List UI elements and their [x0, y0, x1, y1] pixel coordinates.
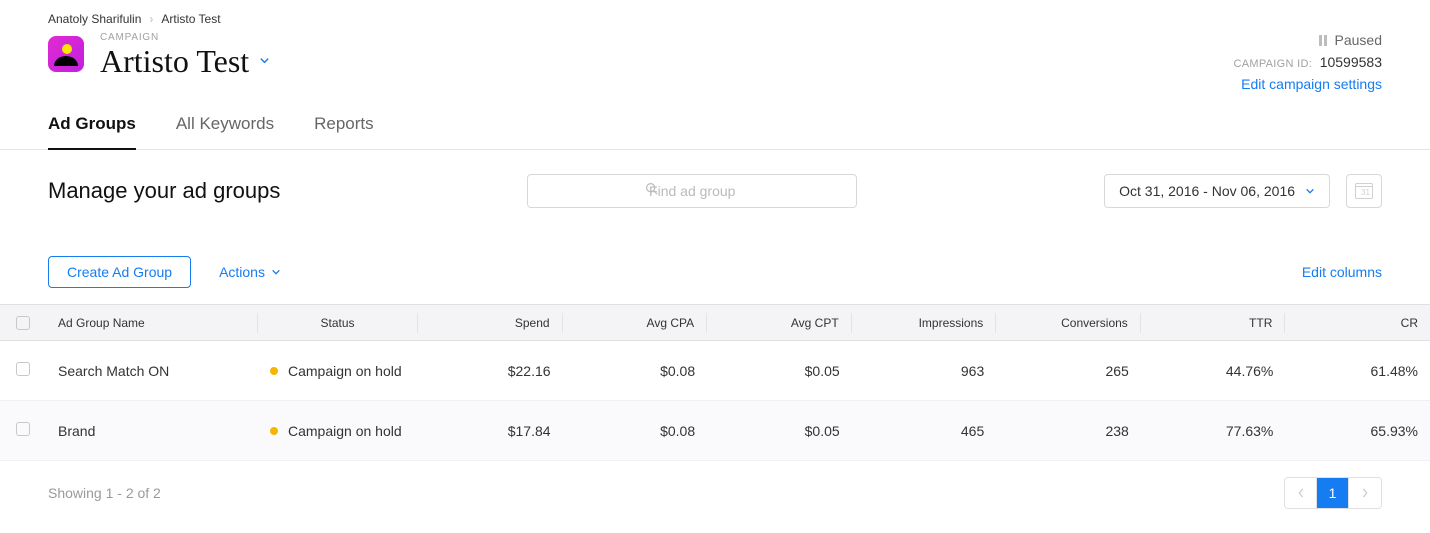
- row-avg-cpa: $0.08: [563, 401, 708, 461]
- row-impressions: 465: [852, 401, 997, 461]
- status-dot-icon: [270, 427, 278, 435]
- breadcrumb-owner[interactable]: Anatoly Sharifulin: [48, 12, 141, 26]
- table-row: Brand Campaign on hold $17.84 $0.08 $0.0…: [0, 401, 1430, 461]
- calendar-button[interactable]: 31: [1346, 174, 1382, 208]
- create-ad-group-button[interactable]: Create Ad Group: [48, 256, 191, 288]
- chevron-down-icon: [1305, 186, 1315, 196]
- actions-dropdown[interactable]: Actions: [219, 264, 281, 280]
- row-status: Campaign on hold: [288, 423, 402, 439]
- showing-text: Showing 1 - 2 of 2: [48, 485, 161, 501]
- campaign-id-value: 10599583: [1320, 54, 1382, 70]
- tab-reports[interactable]: Reports: [314, 114, 374, 149]
- campaign-dropdown[interactable]: [259, 53, 270, 71]
- pager-next[interactable]: [1349, 478, 1381, 508]
- row-ttr: 77.63%: [1141, 401, 1286, 461]
- date-range-button[interactable]: Oct 31, 2016 - Nov 06, 2016: [1104, 174, 1330, 208]
- row-spend: $22.16: [418, 341, 563, 401]
- ad-groups-table: Ad Group Name Status Spend Avg CPA Avg C…: [0, 304, 1430, 461]
- row-avg-cpt: $0.05: [707, 341, 852, 401]
- col-status[interactable]: Status: [320, 316, 354, 330]
- tab-bar: Ad Groups All Keywords Reports: [0, 114, 1430, 150]
- date-range-text: Oct 31, 2016 - Nov 06, 2016: [1119, 183, 1295, 199]
- campaign-status: Paused: [1335, 32, 1382, 48]
- chevron-right-icon: ›: [149, 12, 153, 26]
- pager: 1: [1284, 477, 1382, 509]
- row-avg-cpa: $0.08: [563, 341, 708, 401]
- edit-campaign-settings-link[interactable]: Edit campaign settings: [1241, 76, 1382, 92]
- search-wrap: [527, 174, 857, 208]
- col-conversions[interactable]: Conversions: [1061, 316, 1128, 330]
- col-ttr[interactable]: TTR: [1249, 316, 1272, 330]
- page-title: Artisto Test: [100, 43, 249, 80]
- row-conversions: 238: [996, 401, 1141, 461]
- pause-icon: [1319, 35, 1327, 46]
- row-ttr: 44.76%: [1141, 341, 1286, 401]
- select-all-checkbox[interactable]: [16, 316, 30, 330]
- row-checkbox[interactable]: [16, 422, 30, 436]
- col-avg-cpa[interactable]: Avg CPA: [647, 316, 695, 330]
- tab-all-keywords[interactable]: All Keywords: [176, 114, 274, 149]
- col-spend[interactable]: Spend: [515, 316, 550, 330]
- chevron-down-icon: [271, 267, 281, 277]
- row-name[interactable]: Search Match ON: [58, 363, 169, 379]
- search-icon: [645, 182, 658, 200]
- calendar-icon: 31: [1355, 183, 1373, 199]
- col-impressions[interactable]: Impressions: [919, 316, 984, 330]
- campaign-id-label: CAMPAIGN ID:: [1234, 58, 1313, 70]
- row-avg-cpt: $0.05: [707, 401, 852, 461]
- row-impressions: 963: [852, 341, 997, 401]
- col-name[interactable]: Ad Group Name: [58, 316, 145, 330]
- col-cr[interactable]: CR: [1401, 316, 1418, 330]
- app-icon: [48, 36, 84, 72]
- pager-page-1[interactable]: 1: [1317, 478, 1349, 508]
- breadcrumb-campaign[interactable]: Artisto Test: [161, 12, 220, 26]
- campaign-eyebrow: CAMPAIGN: [100, 32, 1234, 43]
- row-checkbox[interactable]: [16, 362, 30, 376]
- row-status: Campaign on hold: [288, 363, 402, 379]
- actions-label: Actions: [219, 264, 265, 280]
- pager-prev[interactable]: [1285, 478, 1317, 508]
- edit-columns-link[interactable]: Edit columns: [1302, 264, 1382, 280]
- row-cr: 65.93%: [1285, 401, 1430, 461]
- status-dot-icon: [270, 367, 278, 375]
- row-spend: $17.84: [418, 401, 563, 461]
- col-avg-cpt[interactable]: Avg CPT: [791, 316, 839, 330]
- row-conversions: 265: [996, 341, 1141, 401]
- row-name[interactable]: Brand: [58, 423, 95, 439]
- search-input[interactable]: [527, 174, 857, 208]
- section-title: Manage your ad groups: [48, 178, 280, 204]
- table-row: Search Match ON Campaign on hold $22.16 …: [0, 341, 1430, 401]
- breadcrumb: Anatoly Sharifulin › Artisto Test: [48, 12, 1382, 26]
- row-cr: 61.48%: [1285, 341, 1430, 401]
- tab-ad-groups[interactable]: Ad Groups: [48, 114, 136, 150]
